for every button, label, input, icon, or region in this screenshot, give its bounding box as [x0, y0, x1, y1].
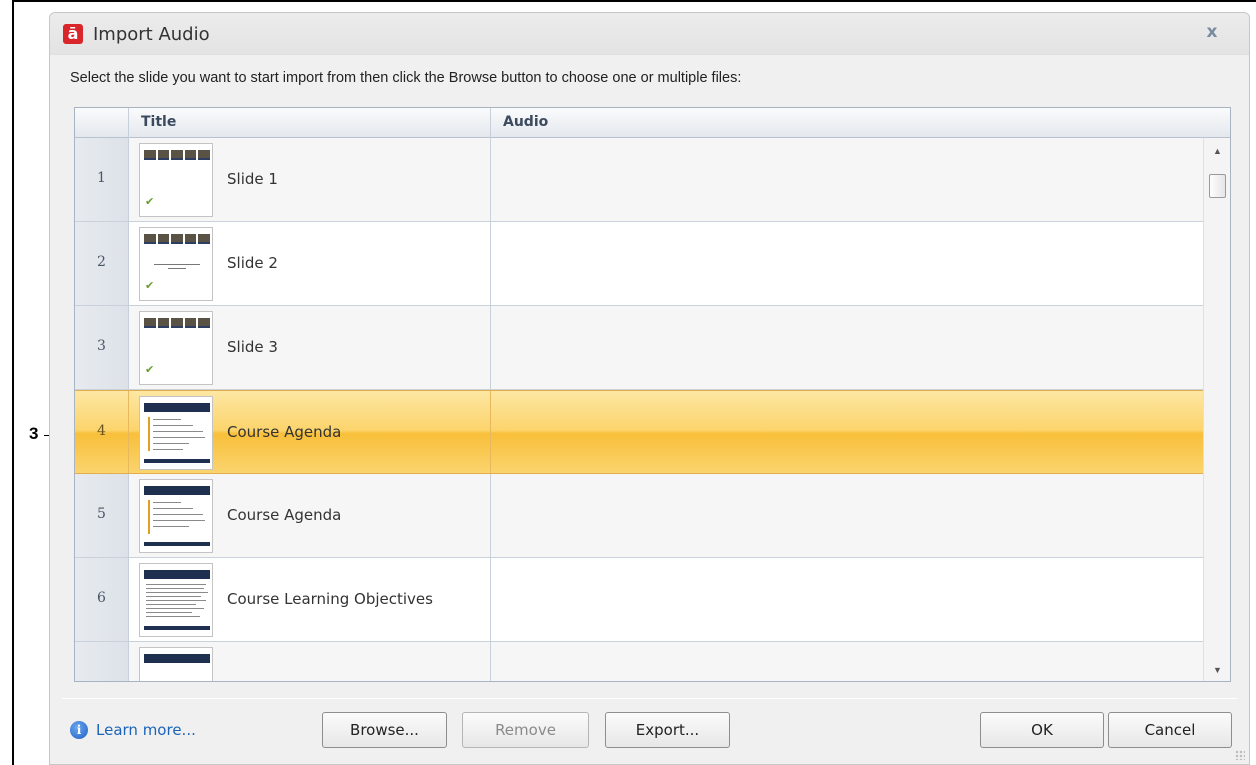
- row-number: 4: [75, 391, 129, 473]
- slides-grid: Title Audio 1 ✔ Slide 1 2 ✔ Slide 2 3 ✔ …: [74, 107, 1231, 682]
- vertical-scrollbar[interactable]: ▲ ▼: [1203, 138, 1230, 681]
- export-button[interactable]: Export...: [605, 712, 730, 748]
- audio-cell[interactable]: [491, 474, 1203, 557]
- check-icon: ✔: [145, 195, 155, 208]
- title-cell[interactable]: ✔ Slide 2: [129, 222, 491, 305]
- footer-separator: [62, 698, 1237, 699]
- title-cell[interactable]: [129, 642, 491, 681]
- row-number: 2: [75, 222, 129, 305]
- slide-title: Slide 2: [227, 254, 278, 272]
- title-cell[interactable]: Course Agenda: [129, 474, 491, 557]
- slide-title: Course Agenda: [227, 506, 342, 524]
- row-number: 5: [75, 474, 129, 557]
- slide-thumbnail: [139, 647, 213, 681]
- title-cell[interactable]: Course Learning Objectives: [129, 558, 491, 641]
- resize-grip-icon[interactable]: [1235, 750, 1245, 760]
- slide-title: Course Learning Objectives: [227, 590, 433, 608]
- row-number: 1: [75, 138, 129, 221]
- title-bar: ā Import Audio x: [50, 13, 1249, 55]
- table-row[interactable]: 6 Course Learning Objectives: [75, 558, 1203, 642]
- check-icon: ✔: [145, 363, 155, 376]
- scroll-down-icon[interactable]: ▼: [1204, 665, 1230, 675]
- scrollbar-thumb[interactable]: [1209, 174, 1226, 198]
- learn-more-link[interactable]: Learn more...: [96, 721, 196, 739]
- info-icon[interactable]: i: [70, 721, 88, 739]
- close-icon[interactable]: x: [1201, 21, 1223, 43]
- column-header-title[interactable]: Title: [129, 108, 491, 138]
- slide-thumbnail: [139, 479, 213, 553]
- title-cell[interactable]: Course Agenda: [129, 391, 491, 473]
- check-icon: ✔: [145, 279, 155, 292]
- app-logo-icon: ā: [63, 24, 83, 44]
- audio-cell[interactable]: [491, 558, 1203, 641]
- header-row-number: [75, 108, 129, 138]
- table-row[interactable]: 2 ✔ Slide 2: [75, 222, 1203, 306]
- table-row[interactable]: 7: [75, 642, 1203, 681]
- scroll-up-icon[interactable]: ▲: [1204, 146, 1230, 156]
- callout-number: 3: [29, 424, 39, 443]
- slide-thumbnail: ✔: [139, 227, 213, 301]
- slide-title: Course Agenda: [227, 423, 342, 441]
- slide-thumbnail: [139, 396, 213, 470]
- row-number: 6: [75, 558, 129, 641]
- audio-cell[interactable]: [491, 306, 1203, 389]
- cancel-button[interactable]: Cancel: [1108, 712, 1232, 748]
- row-number: 3: [75, 306, 129, 389]
- dialog-title: Import Audio: [93, 24, 210, 45]
- table-row[interactable]: 1 ✔ Slide 1: [75, 138, 1203, 222]
- column-header-audio[interactable]: Audio: [491, 108, 1230, 138]
- title-cell[interactable]: ✔ Slide 3: [129, 306, 491, 389]
- instruction-text: Select the slide you want to start impor…: [70, 70, 742, 86]
- audio-cell[interactable]: [491, 222, 1203, 305]
- ok-button[interactable]: OK: [980, 712, 1104, 748]
- title-cell[interactable]: ✔ Slide 1: [129, 138, 491, 221]
- table-row-selected[interactable]: 4 Course Agenda: [75, 390, 1203, 474]
- audio-cell[interactable]: [491, 642, 1203, 681]
- grid-rows: 1 ✔ Slide 1 2 ✔ Slide 2 3 ✔ Slide 3 4 Co…: [75, 138, 1203, 681]
- grid-header: Title Audio: [75, 108, 1230, 138]
- slide-thumbnail: ✔: [139, 143, 213, 217]
- table-row[interactable]: 5 Course Agenda: [75, 474, 1203, 558]
- slide-title: Slide 1: [227, 170, 278, 188]
- audio-cell[interactable]: [491, 138, 1203, 221]
- row-number: 7: [75, 642, 129, 681]
- slide-thumbnail: ✔: [139, 311, 213, 385]
- browse-button[interactable]: Browse...: [322, 712, 447, 748]
- slide-title: Slide 3: [227, 338, 278, 356]
- remove-button[interactable]: Remove: [462, 712, 589, 748]
- slide-thumbnail: [139, 563, 213, 637]
- import-audio-dialog: ā Import Audio x Select the slide you wa…: [49, 12, 1250, 765]
- audio-cell[interactable]: [491, 391, 1203, 473]
- table-row[interactable]: 3 ✔ Slide 3: [75, 306, 1203, 390]
